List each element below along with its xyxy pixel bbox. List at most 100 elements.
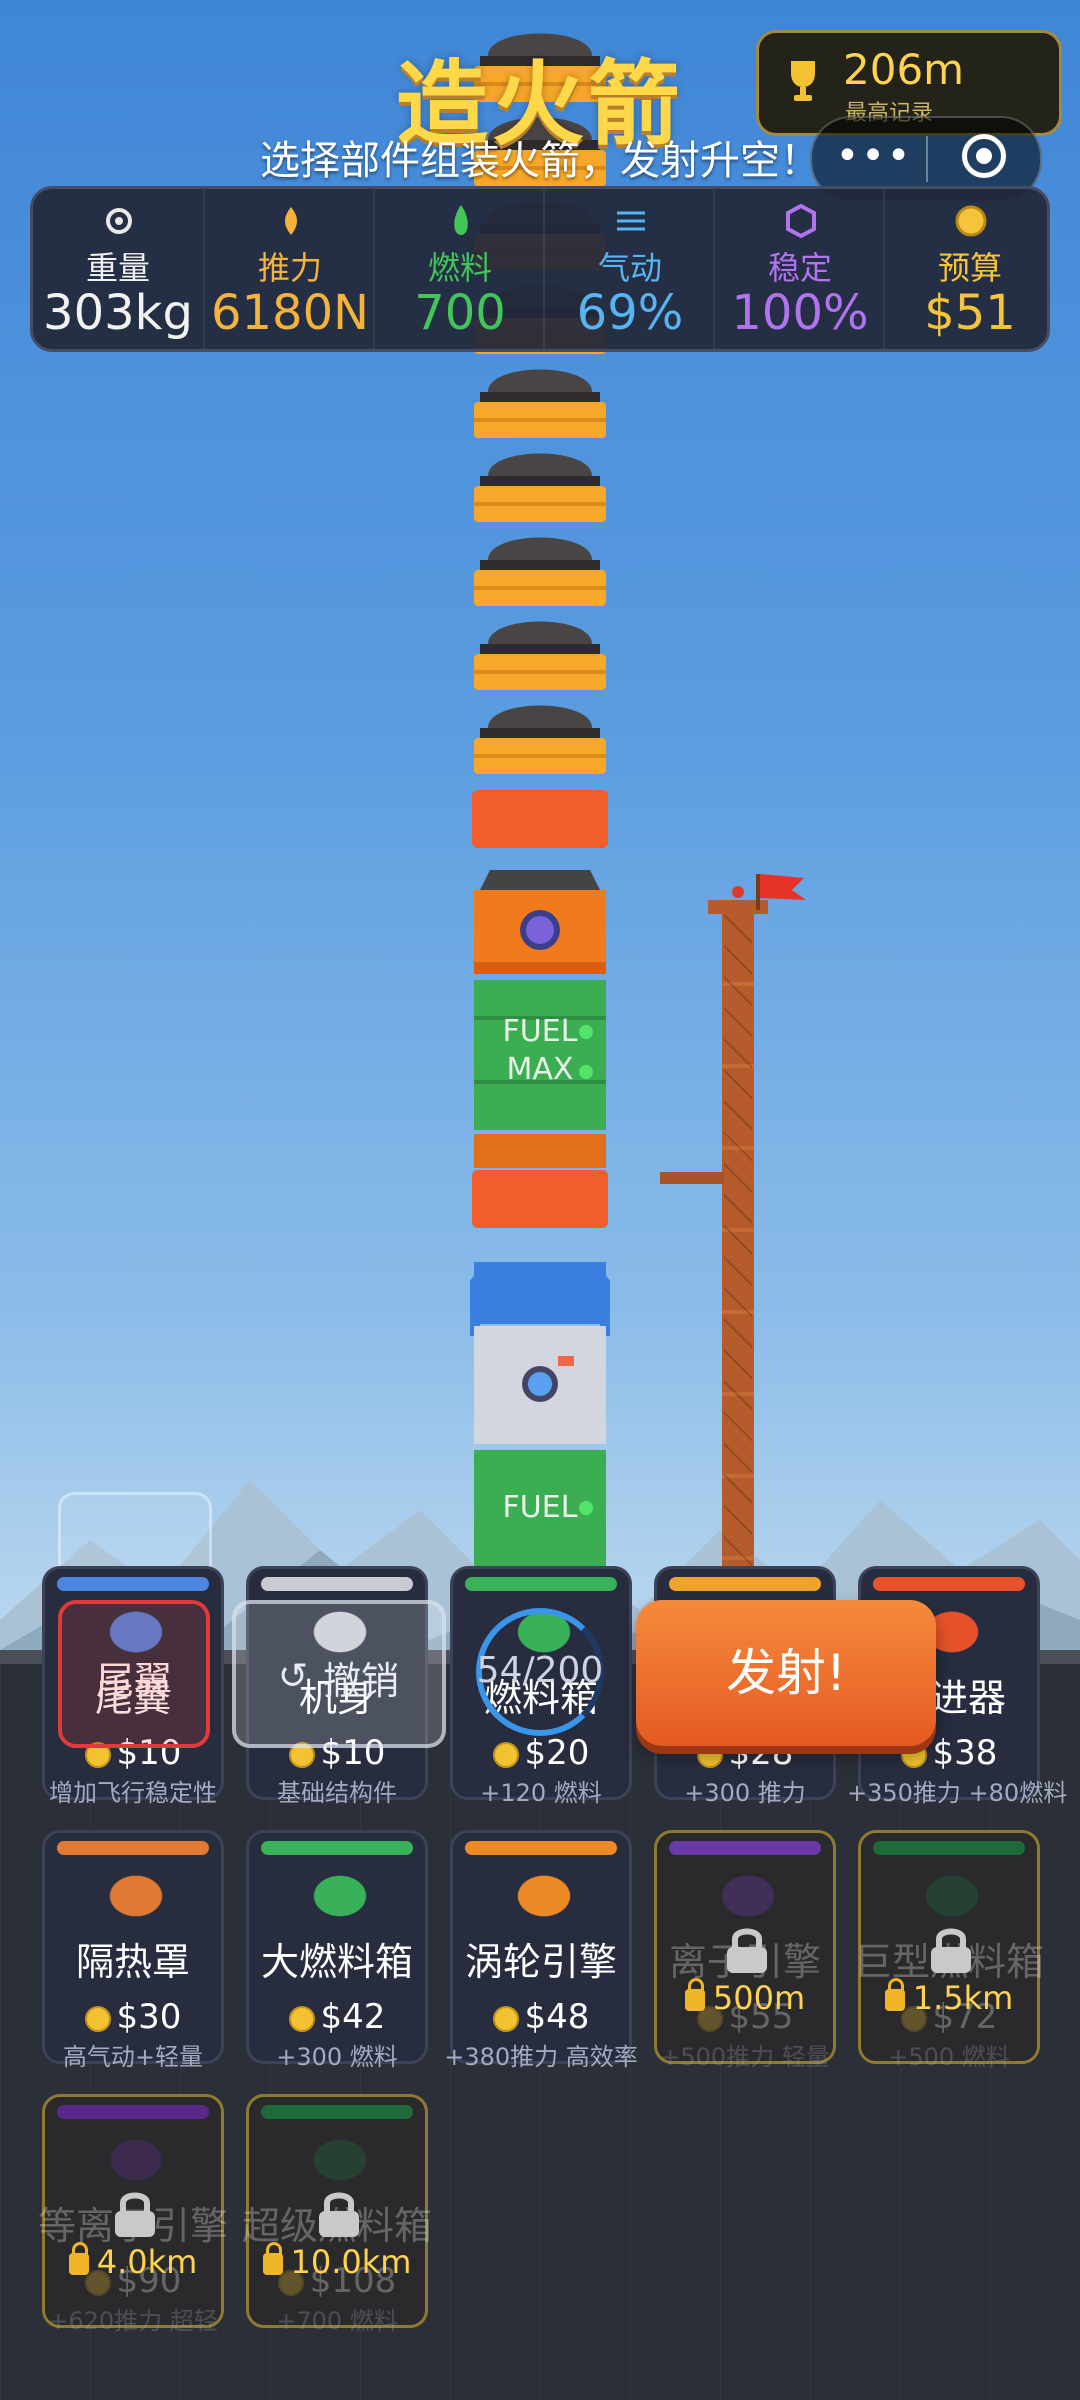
coin-icon — [492, 1741, 519, 1768]
launch-button[interactable]: 发射! — [636, 1600, 936, 1746]
part-price-value: $30 — [116, 1997, 182, 2037]
stat-label: 推力 — [257, 249, 322, 287]
part-description: +620推力 超轻 — [48, 2307, 218, 2335]
part-thumbnail — [907, 1861, 997, 1931]
stat-value: 700 — [414, 285, 506, 341]
part-price-value: $42 — [320, 1997, 386, 2037]
lock-icon — [931, 1928, 971, 1973]
part-price-value: $48 — [524, 1997, 590, 2037]
stat-4: 稳定 100% — [713, 189, 885, 349]
unlock-distance: 500m — [712, 1979, 806, 2017]
part-card[interactable]: 隔热罩 $30 高气动+轻量 — [42, 1830, 224, 2071]
trophy-icon — [791, 61, 815, 101]
part-thumbnail — [703, 1861, 793, 1931]
card-color-bar — [57, 1577, 209, 1591]
undo-label: 撤销 — [322, 1659, 399, 1703]
lock-icon — [68, 2242, 89, 2275]
coin-icon — [955, 205, 987, 237]
stat-2: 燃料 700 — [373, 189, 545, 349]
part-description: +700 燃料 — [276, 2307, 398, 2335]
wing-selection-label: 尾翼 — [95, 1659, 172, 1703]
stat-0: 重量 303kg — [33, 189, 203, 349]
part-description: +350推力 +80燃料 — [847, 1779, 1068, 1807]
card-color-bar — [465, 1577, 617, 1591]
unlock-requirement: 1.5km — [861, 1978, 1037, 2017]
part-price: $48 — [453, 1997, 629, 2037]
unlock-requirement: 10.0km — [249, 2242, 425, 2281]
card-color-bar — [57, 2105, 209, 2119]
part-price-value: $38 — [932, 1733, 998, 1773]
part-card: 超级燃料箱$108+700 燃料10.0km — [242, 2094, 432, 2335]
part-name: 涡轮引擎 — [464, 1940, 617, 1984]
stat-value: 6180N — [210, 285, 370, 341]
part-thumbnail — [295, 1861, 385, 1931]
lock-icon — [684, 1978, 705, 2011]
gear-icon — [106, 208, 132, 234]
part-description: +500推力 轻量 — [660, 2043, 830, 2071]
stat-3: 气动 69% — [543, 189, 715, 349]
card-color-bar — [57, 1841, 209, 1855]
tower-arm — [660, 1172, 724, 1184]
stat-1: 推力 6180N — [203, 189, 375, 349]
rocket-stats-panel: 重量 303kg 推力 6180N 燃料 700 气动 69% 稳定 100% 预算 $51 — [30, 186, 1050, 352]
unlock-requirement: 4.0km — [45, 2242, 221, 2281]
part-description: 高气动+轻量 — [62, 2043, 204, 2071]
part-price: $42 — [249, 1997, 425, 2037]
wind-icon — [617, 211, 645, 231]
close-target-icon[interactable] — [962, 134, 1006, 178]
part-card: 巨型燃料箱$72+500 燃料1.5km — [854, 1830, 1044, 2071]
stat-label: 稳定 — [767, 249, 832, 287]
part-description: 增加飞行稳定性 — [49, 1779, 217, 1807]
flag-icon — [732, 874, 806, 910]
part-thumbnail — [499, 1861, 589, 1931]
part-price-value: $20 — [524, 1733, 590, 1773]
tank-label-fuel-bottom: FUEL — [502, 1490, 578, 1525]
card-color-bar — [669, 1577, 821, 1591]
part-card: 离子引擎$55+500推力 轻量500m — [654, 1830, 836, 2071]
lock-icon — [727, 1928, 767, 1973]
part-description: +120 燃料 — [480, 1779, 602, 1807]
part-card[interactable]: 涡轮引擎 $48 +380推力 高效率 — [444, 1830, 638, 2071]
part-name: 大燃料箱 — [260, 1940, 413, 1984]
part-name: 隔热罩 — [75, 1940, 190, 1984]
coin-icon — [288, 2005, 315, 2032]
part-price: $30 — [45, 1997, 221, 2037]
coin-icon — [492, 2005, 519, 2032]
stat-value: 69% — [576, 285, 684, 341]
part-description: +300 燃料 — [276, 2043, 398, 2071]
stat-5: 预算 $51 — [883, 189, 1055, 349]
unlock-requirement: 500m — [657, 1978, 833, 2017]
part-price: $20 — [453, 1733, 629, 1773]
part-card[interactable]: 大燃料箱 $42 +300 燃料 — [246, 1830, 428, 2071]
unlock-distance: 1.5km — [912, 1979, 1014, 2017]
stat-label: 重量 — [85, 249, 150, 287]
best-record-value: 206m — [843, 45, 965, 94]
tank-label-fuel: FUEL — [502, 1014, 578, 1049]
hexagon-icon — [786, 203, 816, 239]
launch-tower — [722, 900, 754, 1660]
card-color-bar — [465, 1841, 617, 1855]
part-thumbnail — [295, 2125, 385, 2195]
lock-icon — [319, 2192, 359, 2237]
stat-label: 气动 — [597, 249, 662, 287]
part-count-text: 54/200 — [476, 1650, 604, 1691]
stat-value: 303kg — [43, 285, 193, 341]
part-card: 等离子引擎$90+620推力 超轻4.0km — [38, 2094, 228, 2335]
stat-label: 预算 — [937, 249, 1002, 287]
more-icon[interactable]: ••• — [834, 136, 914, 178]
card-color-bar — [261, 1577, 413, 1591]
part-description: +380推力 高效率 — [444, 2043, 638, 2071]
lock-icon — [884, 1978, 905, 2011]
unlock-distance: 4.0km — [96, 2243, 198, 2281]
card-color-bar — [873, 1841, 1025, 1855]
tank-label-max: MAX — [506, 1052, 574, 1087]
flame-icon — [285, 207, 297, 235]
part-thumbnail — [91, 2125, 181, 2195]
stat-value: $51 — [924, 285, 1016, 341]
lock-icon — [115, 2192, 155, 2237]
drop-icon — [454, 205, 468, 235]
part-thumbnail — [91, 1861, 181, 1931]
part-description: +500 燃料 — [888, 2043, 1010, 2071]
card-color-bar — [873, 1577, 1025, 1591]
stat-label: 燃料 — [427, 249, 492, 287]
